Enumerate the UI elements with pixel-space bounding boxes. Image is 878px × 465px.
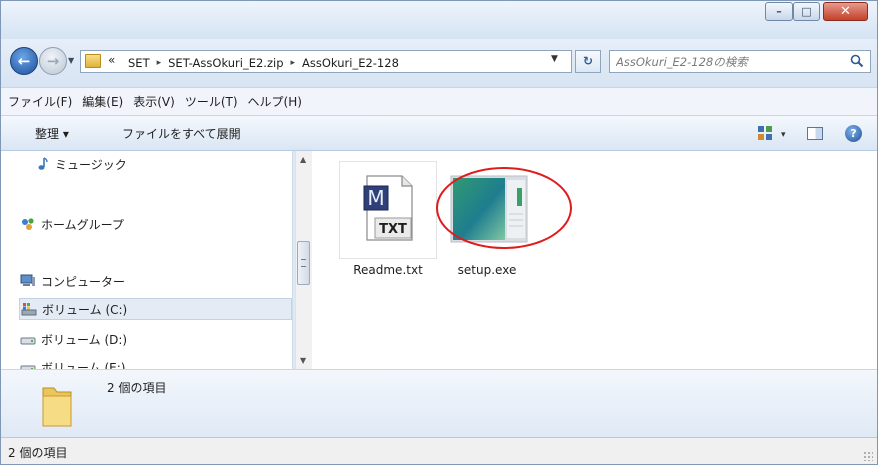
navigation-pane: ミュージック ホームグループ コンピューター ボリューム (C:) ボリューム … (1, 151, 293, 369)
system-drive-icon (21, 303, 37, 316)
command-bar: 整理 ▾ ファイルをすべて展開 ▾ ? (1, 116, 877, 151)
minimize-button[interactable]: – (765, 2, 793, 21)
file-item-readme[interactable]: M TXT Readme.txt (339, 161, 437, 291)
back-button[interactable]: ← (10, 47, 38, 75)
view-options-icon[interactable]: ▾ (757, 124, 793, 142)
resize-grip-icon[interactable] (863, 451, 873, 461)
title-bar: – □ ✕ (1, 1, 877, 39)
computer-icon (20, 274, 35, 286)
drive-icon (20, 337, 36, 345)
search-input[interactable] (616, 53, 842, 70)
breadcrumb-separator-icon[interactable]: ▸ (153, 58, 166, 68)
homegroup-icon (22, 218, 34, 230)
breadcrumb-overflow-icon[interactable]: « (108, 53, 115, 67)
close-icon: ✕ (840, 4, 851, 19)
preview-pane-icon[interactable] (807, 127, 823, 140)
music-icon (38, 157, 48, 170)
nav-item-volume-e[interactable]: ボリューム (E:) (20, 356, 125, 369)
back-arrow-icon: ← (17, 52, 31, 70)
nav-item-label: コンピューター (41, 274, 126, 289)
refresh-button[interactable]: ↻ (575, 50, 601, 73)
minimize-icon: – (776, 5, 782, 18)
explorer-window: – □ ✕ ← → ▼ « SET ▸ SET-AssOkuri_E2.zip … (0, 0, 878, 465)
nav-item-homegroup[interactable]: ホームグループ (20, 213, 124, 235)
file-name: Readme.txt (353, 263, 423, 277)
nav-item-label: ホームグループ (41, 217, 124, 232)
folder-icon (85, 54, 101, 68)
highlight-circle (436, 167, 572, 249)
text-file-icon: M TXT (363, 175, 413, 241)
details-pane: 2 個の項目 (1, 369, 877, 437)
maximize-button[interactable]: □ (793, 2, 820, 21)
forward-arrow-icon: → (46, 52, 60, 70)
close-button[interactable]: ✕ (823, 2, 868, 21)
nav-item-computer[interactable]: コンピューター (20, 270, 125, 292)
nav-item-label: ボリューム (E:) (41, 360, 126, 370)
nav-item-label: ボリューム (C:) (42, 302, 128, 317)
forward-button[interactable]: → (39, 47, 67, 75)
help-icon[interactable]: ? (845, 125, 862, 142)
file-glyph: M (367, 186, 384, 210)
organize-button[interactable]: 整理 ▾ (35, 125, 69, 142)
breadcrumb-separator-icon[interactable]: ▸ (287, 58, 300, 68)
file-name: setup.exe (457, 263, 517, 277)
nav-item-label: ボリューム (D:) (41, 332, 128, 347)
status-bar: 2 個の項目 (1, 437, 877, 464)
breadcrumb: SET ▸ SET-AssOkuri_E2.zip ▸ AssOkuri_E2-… (125, 54, 402, 71)
nav-item-label: ミュージック (55, 157, 127, 172)
file-list: M TXT Readme.txt setup.exe (312, 151, 877, 369)
maximize-icon: □ (801, 5, 812, 18)
recent-pages-dropdown[interactable]: ▼ (68, 54, 78, 68)
nav-item-music[interactable]: ミュージック (34, 153, 127, 175)
navigation-scrollbar[interactable]: ▲ ▼ (295, 151, 312, 369)
scroll-thumb[interactable] (297, 241, 310, 285)
extract-all-button[interactable]: ファイルをすべて展開 (122, 125, 241, 142)
breadcrumb-item[interactable]: SET (125, 56, 153, 70)
menu-view[interactable]: 表示(V) (128, 93, 180, 110)
menu-edit[interactable]: 編集(E) (77, 93, 128, 110)
address-row: ← → ▼ « SET ▸ SET-AssOkuri_E2.zip ▸ AssO… (1, 39, 877, 87)
menu-bar: ファイル(F) 編集(E) 表示(V) ツール(T) ヘルプ(H) (1, 87, 877, 116)
address-bar[interactable]: « SET ▸ SET-AssOkuri_E2.zip ▸ AssOkuri_E… (80, 50, 572, 73)
grip-icon (301, 259, 306, 267)
refresh-icon: ↻ (582, 54, 594, 68)
breadcrumb-item[interactable]: AssOkuri_E2-128 (299, 56, 402, 70)
item-count: 2 個の項目 (107, 381, 167, 395)
menu-help[interactable]: ヘルプ(H) (243, 93, 307, 110)
file-badge: TXT (379, 222, 407, 237)
drive-icon (20, 365, 36, 369)
folder-icon (42, 387, 72, 427)
nav-item-volume-d[interactable]: ボリューム (D:) (20, 328, 127, 350)
scroll-up-icon[interactable]: ▲ (300, 155, 306, 164)
menu-file[interactable]: ファイル(F) (3, 93, 77, 110)
nav-item-volume-c[interactable]: ボリューム (C:) (19, 298, 292, 320)
scroll-down-icon[interactable]: ▼ (300, 356, 306, 365)
menu-tools[interactable]: ツール(T) (180, 93, 243, 110)
search-icon[interactable] (850, 54, 864, 68)
file-thumbnail: M TXT (339, 161, 437, 259)
status-text: 2 個の項目 (8, 446, 68, 460)
address-dropdown-icon[interactable]: ▼ (551, 54, 558, 64)
view-dropdown-icon[interactable]: ▾ (781, 130, 786, 140)
breadcrumb-item[interactable]: SET-AssOkuri_E2.zip (165, 56, 286, 70)
search-box[interactable] (609, 50, 871, 73)
